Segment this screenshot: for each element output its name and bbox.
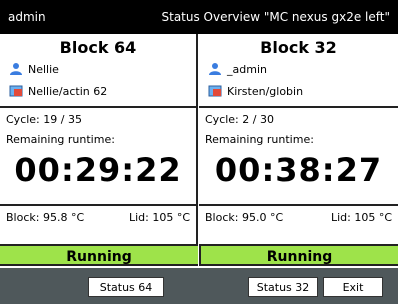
run-status-64: Running [0,244,198,266]
user-name: Nellie [28,62,59,76]
separator [0,106,196,108]
cycle-count: Cycle: 2 / 30 [205,113,274,126]
status-64-button[interactable]: Status 64 [88,277,164,297]
file-name: Kirsten/globin [227,84,304,98]
block-temp: Block: 95.0 °C [205,210,284,224]
file-name: Nellie/actin 62 [28,84,108,98]
remaining-runtime: 00:38:27 [214,151,383,189]
cycle-count: Cycle: 19 / 35 [6,113,82,126]
footer-bar: Status 64 Status 32 Exit [0,268,398,304]
user-icon [8,61,24,77]
block-panel-64: Block 64 Nellie Nellie/actin 62 Cycle: 1… [0,34,198,244]
lid-temp: Lid: 105 °C [128,210,190,224]
user-row: Nellie [0,58,196,80]
user-name: _admin [227,62,267,76]
block-title: Block 32 [260,38,337,57]
window-title: Status Overview "MC nexus gx2e left" [161,10,391,24]
remaining-label: Remaining runtime: [6,133,115,146]
temperature-row: Block: 95.0 °C Lid: 105 °C [199,204,398,228]
block-title: Block 64 [59,38,137,57]
run-status-32: Running [199,244,398,266]
top-bar: admin Status Overview "MC nexus gx2e lef… [0,0,398,34]
user-icon [207,61,223,77]
file-row: Nellie/actin 62 [0,80,196,102]
logged-in-user: admin [8,10,46,24]
status-32-button[interactable]: Status 32 [248,277,318,297]
lid-temp: Lid: 105 °C [330,210,392,224]
separator [199,106,398,108]
file-row: Kirsten/globin [199,80,398,102]
file-icon [8,83,24,99]
temperature-row: Block: 95.8 °C Lid: 105 °C [0,204,196,228]
exit-button[interactable]: Exit [323,277,383,297]
block-panel-32: Block 32 _admin Kirsten/globin Cycle: 2 … [199,34,398,244]
remaining-label: Remaining runtime: [205,133,314,146]
user-row: _admin [199,58,398,80]
block-temp: Block: 95.8 °C [6,210,85,224]
remaining-runtime: 00:29:22 [14,151,182,189]
file-icon [207,83,223,99]
